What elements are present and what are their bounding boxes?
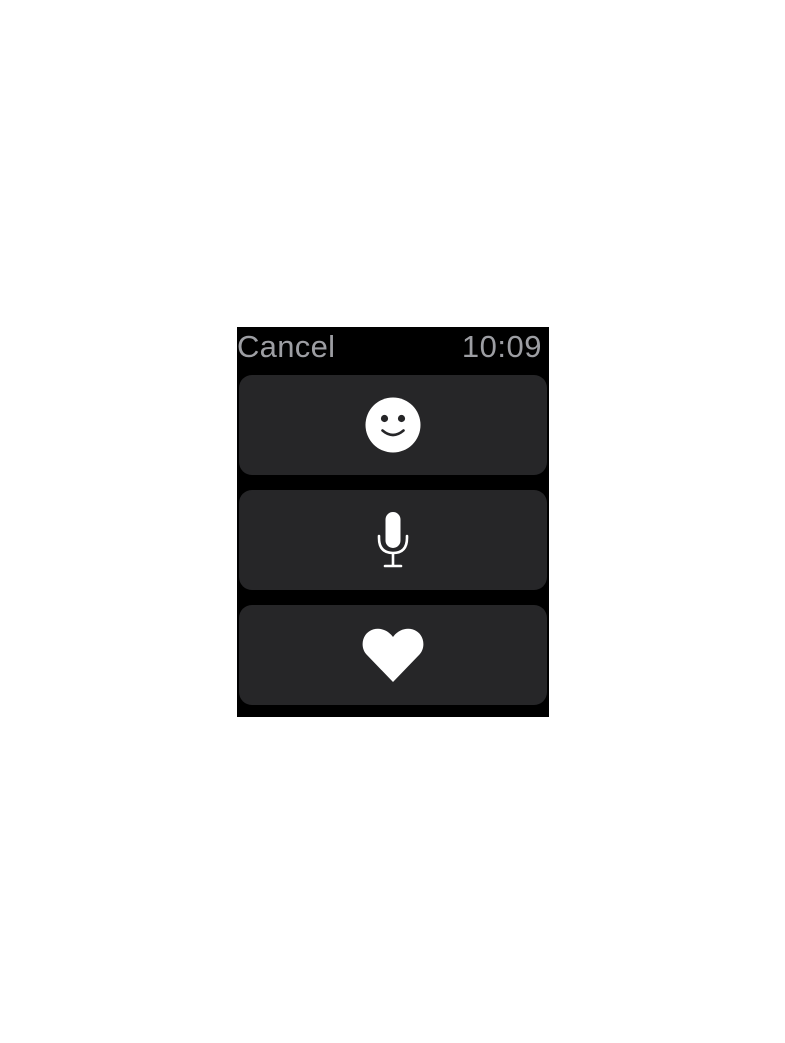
dictation-button[interactable] [239, 490, 547, 590]
heart-icon [362, 628, 424, 682]
emoji-button[interactable] [239, 375, 547, 475]
microphone-icon [377, 512, 409, 568]
status-bar: Cancel 10:09 [237, 327, 549, 371]
cancel-button[interactable]: Cancel [237, 329, 335, 365]
clock-time: 10:09 [461, 329, 542, 364]
smiley-face-icon [365, 397, 421, 453]
digital-touch-button[interactable] [239, 605, 547, 705]
watch-screen: Cancel 10:09 [237, 327, 549, 717]
